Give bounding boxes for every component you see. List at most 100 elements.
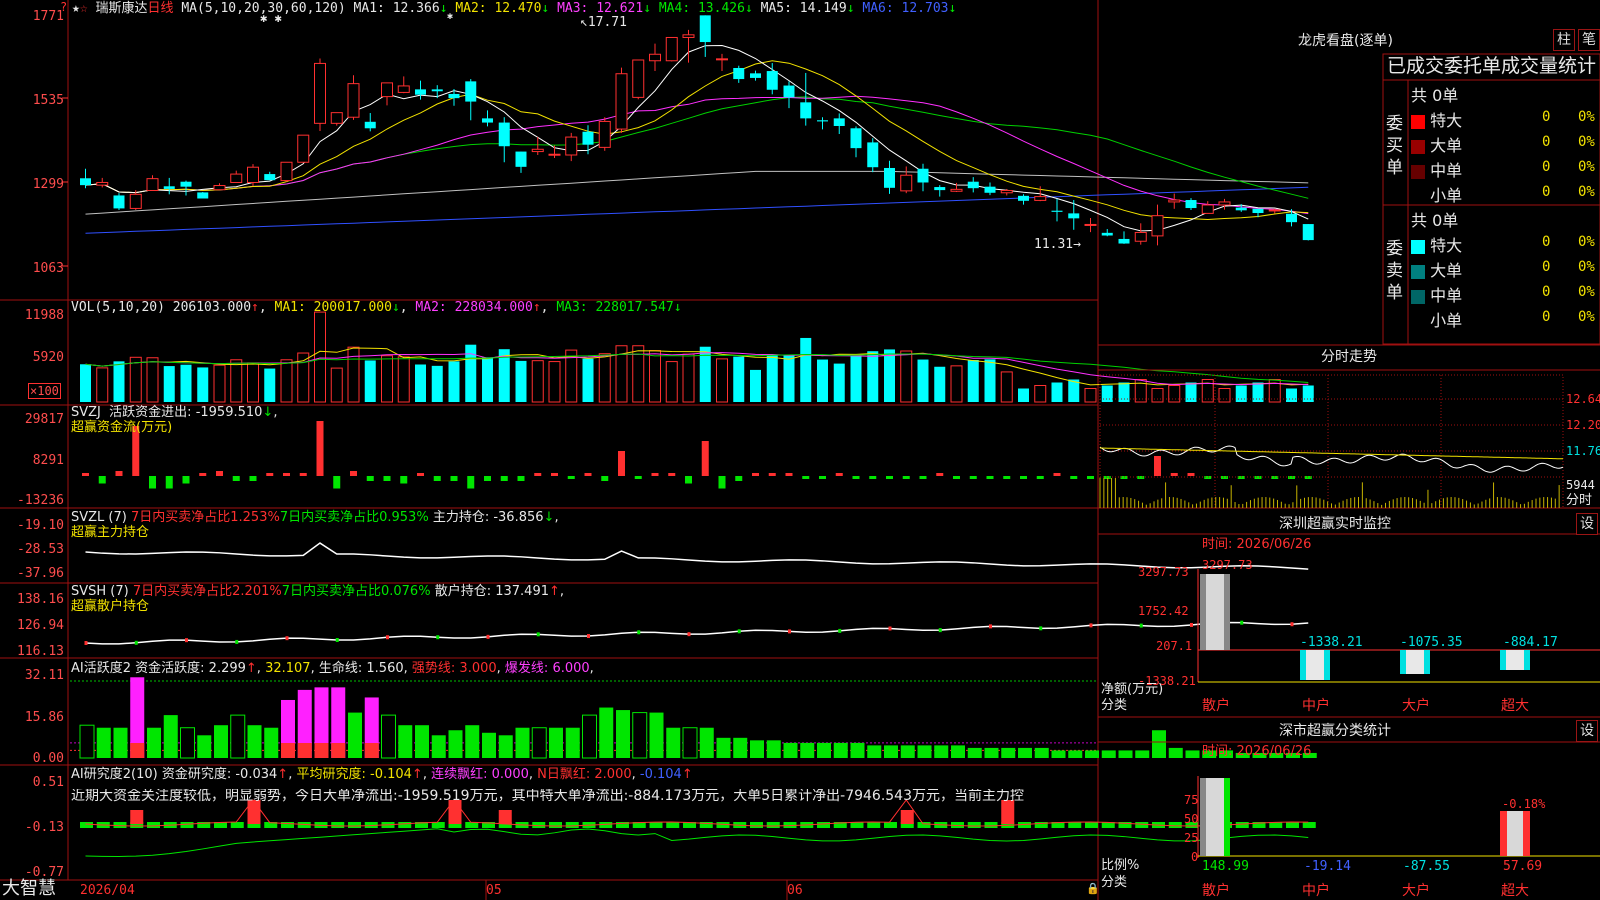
volume-bar-up [665,361,678,403]
retail-tick [938,628,942,633]
retail-tick [1089,623,1093,628]
candle-down [1101,232,1113,236]
monitor-settings-button[interactable]: 设 [1576,513,1598,535]
activity-bar [599,707,614,758]
activity-base [314,743,329,758]
volume-bar-down [1252,382,1264,402]
fund-flow-bar [216,471,223,476]
star-icon[interactable]: ★ [72,1,80,16]
fund-flow-bar [115,471,123,476]
candle-down [1068,213,1080,219]
fund-flow-bar [350,471,357,476]
candle-down [163,186,175,189]
volume-unit-button[interactable]: ×100 [28,383,61,399]
volume-bar-up [900,350,913,403]
volume-bar-down [783,355,795,402]
sell-pct: 0% [1578,234,1595,250]
volume-bar-up [146,357,159,403]
classify-axis-label: 75 [1184,793,1199,807]
classify-bar-value: -87.55 [1403,859,1450,874]
svzl-axis-label: -37.96 [17,566,64,581]
svzl-subtitle: 超赢主力持仓 [71,525,150,540]
activity-bar [147,727,161,758]
candle-up [950,188,963,192]
price-axis-label: 1063 [32,261,64,276]
candle-down [884,167,895,188]
event-marker[interactable]: ✱ [447,12,453,22]
activity-bar-outline [632,712,648,759]
candle-down [817,120,828,122]
activity-bar [666,727,681,758]
sell-pct: 0% [1578,284,1595,300]
fund-flow-bar [551,473,558,476]
buy-row-l: 大单 [1411,132,1462,156]
low-price-marker: 11.31→ [1034,237,1081,252]
candle-up [548,153,561,156]
volume-bar-down [1068,379,1080,402]
volume-bar-down [80,364,91,402]
fund-flow-bar [718,476,726,489]
fund-flow-bar [316,421,324,476]
fund-flow-bar [802,476,810,479]
volume-bar-up [649,350,661,403]
classify-axis-label: 25 [1184,831,1199,845]
fund-flow-bar [500,476,508,481]
volume-bar-down [833,363,845,402]
ai-research-axis-label: -0.13 [24,820,64,835]
classify-bar-edge [1523,811,1530,856]
volume-bar-up [1218,388,1231,403]
volume-bar-up [129,356,142,403]
activity-bar [1185,750,1200,758]
monitor-bar-edge [1424,650,1430,674]
volume-bar-down [733,356,745,402]
monitor-axis-label: 1752.42 [1138,604,1189,618]
sell-total: 共 0单 [1411,211,1459,230]
period-label[interactable]: 日线 [148,1,174,16]
candle-down [699,15,711,43]
ma30-line [85,96,1309,199]
volume-bar-down [967,360,979,402]
activity-bar [1168,747,1183,758]
volume-bar-up [381,355,393,403]
retail-tick [637,630,641,635]
classify-settings-button[interactable]: 设 [1576,720,1598,742]
activity-bar [264,727,279,758]
ma-6: MA6: 12.703↓ [862,1,957,16]
activity-bar-outline [180,727,195,759]
fund-flow-bar [701,441,709,476]
alert-marker[interactable]: ? [60,1,67,13]
candle-down [733,68,745,80]
candle-down [415,89,426,95]
research-bar [649,822,663,828]
volume-bar-down [431,365,443,402]
research-bar [348,822,361,828]
research-bar [180,822,194,828]
retail-tick [788,629,791,634]
sell-row-m: 中单 [1411,282,1462,306]
activity-bar [113,727,128,758]
svsh-axis-label: 138.16 [17,592,64,607]
volume-bar-up [397,356,410,403]
candle-up [598,120,611,148]
candle-up [96,181,109,186]
lock-icon[interactable]: 🔒 [1086,883,1100,894]
activity-bar [1085,750,1099,758]
tab-bar-view[interactable]: 柱 [1553,29,1575,51]
candle-down [800,102,812,119]
monitor-bar-value: -1338.21 [1300,635,1363,650]
fund-flow-bar [283,473,290,476]
classify-top-value: -0.18% [1502,797,1546,811]
volume-bar-down [817,359,828,402]
candle-down [264,174,276,181]
volume-bar-up [230,359,243,403]
candle-down [448,93,460,99]
volume-bar-up [716,358,728,403]
stock-name[interactable]: 瑞斯康达 [95,1,147,16]
tab-tick-view[interactable]: 笔 [1578,29,1600,51]
favorite-icon[interactable]: ☆ [80,1,88,16]
activity-base [297,743,312,758]
event-marker[interactable]: ✱ ✱ [260,12,282,24]
activity-bar [1034,747,1049,758]
fund-flow-bar [199,473,207,476]
ma20-line [85,95,1309,215]
